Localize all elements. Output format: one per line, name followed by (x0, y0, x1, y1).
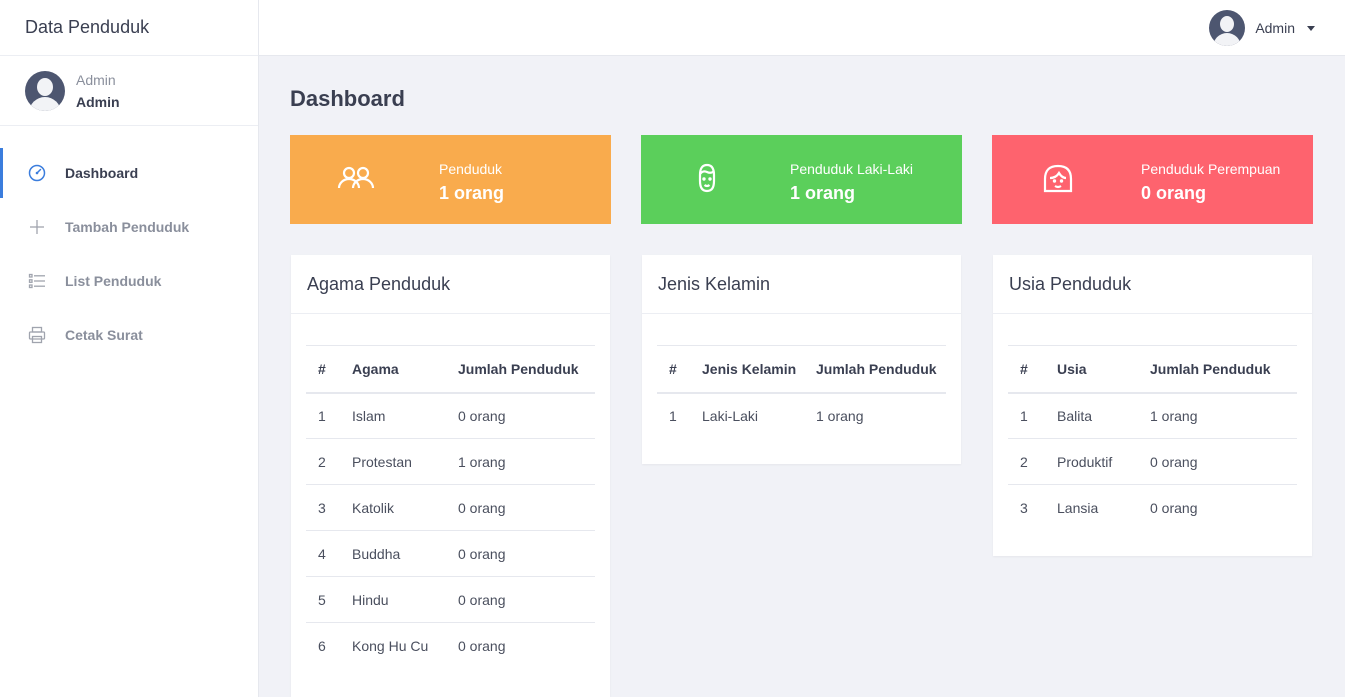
avatar (1209, 10, 1246, 46)
stat-label: Penduduk (439, 161, 503, 177)
table-cell: 1 orang (458, 438, 595, 485)
table-cell: Protestan (352, 438, 458, 485)
card-title: Agama Penduduk (291, 255, 610, 314)
sidebar-item-label: List Penduduk (65, 273, 162, 289)
table-cell: 0 orang (458, 484, 595, 531)
table-row: 1 Laki-Laki 1 orang (657, 393, 946, 439)
kelamin-table: # Jenis Kelamin Jumlah Penduduk 1 Laki-La… (657, 345, 946, 439)
table-cell: Laki-Laki (702, 408, 759, 424)
table-cell: Produktif (1057, 438, 1150, 485)
table-cell: 0 orang (458, 392, 595, 439)
table-row: 1 Balita 1 orang (1008, 392, 1297, 439)
table-cell: 1 orang (1150, 392, 1297, 439)
table-cell: 1 (1008, 392, 1057, 439)
card-title: Usia Penduduk (993, 255, 1312, 314)
table-cell: 0 orang (458, 637, 506, 654)
dashboard-gauge-icon (27, 163, 47, 183)
stat-label: Penduduk Perempuan (1141, 161, 1281, 177)
table-cell: Buddha (352, 530, 458, 577)
stat-card-penduduk: Penduduk 1 orang (290, 135, 611, 224)
sidebar-nav: Dashboard Tambah Penduduk List Penduduk … (0, 126, 258, 362)
table-row: 5 Hindu 0 orang (306, 576, 595, 623)
table-cell: 2 (1008, 438, 1057, 485)
stat-label: Penduduk Laki-Laki (790, 161, 913, 177)
sidebar: Data Penduduk Admin Admin Dashboard Tamb… (0, 0, 259, 697)
column-header: Jumlah Penduduk (816, 345, 946, 394)
sidebar-item-tambah-penduduk[interactable]: Tambah Penduduk (0, 200, 258, 254)
list-icon (27, 271, 47, 291)
stat-value: 1 orang (439, 183, 505, 203)
user-menu-dropdown[interactable]: Admin (1209, 10, 1315, 46)
table-row: 3 Katolik 0 orang (306, 484, 595, 531)
table-cell: Katolik (352, 484, 458, 531)
table-row: 3 Lansia 0 orang (1008, 485, 1297, 531)
sidebar-item-cetak-surat[interactable]: Cetak Surat (0, 308, 258, 362)
female-face-icon (1037, 159, 1079, 201)
column-header: # (657, 345, 702, 394)
table-cell: 0 orang (458, 576, 595, 623)
male-face-icon (686, 159, 728, 201)
table-cell: 0 orang (1150, 499, 1198, 516)
stat-value: 0 orang (1141, 183, 1207, 203)
table-cell: 1 orang (816, 408, 864, 424)
topbar: Admin (259, 0, 1345, 56)
table-cell: Balita (1057, 392, 1150, 439)
table-row: 4 Buddha 0 orang (306, 530, 595, 577)
stat-value: 1 orang (790, 183, 856, 203)
table-row: 2 Protestan 1 orang (306, 438, 595, 485)
page-title: Dashboard (290, 86, 405, 111)
sidebar-item-dashboard[interactable]: Dashboard (0, 146, 258, 200)
users-icon (335, 159, 377, 201)
table-cell: 1 (306, 392, 352, 439)
card-agama-penduduk: Agama Penduduk # Agama Jumlah Penduduk 1… (291, 255, 610, 697)
table-cell: Lansia (1057, 499, 1099, 516)
table-cell: 6 (318, 637, 326, 654)
stat-card-laki-laki: Penduduk Laki-Laki 1 orang (641, 135, 962, 224)
column-header: Jumlah Penduduk (1150, 345, 1297, 394)
sidebar-item-label: Dashboard (65, 165, 139, 181)
user-name: Admin (76, 93, 120, 110)
column-header: Agama (352, 345, 458, 394)
table-cell: 2 (306, 438, 352, 485)
column-header: # (1008, 345, 1057, 394)
column-header: Usia (1057, 345, 1150, 394)
column-header: Jenis Kelamin (702, 345, 816, 394)
printer-icon (27, 325, 47, 345)
table-cell: Islam (352, 392, 458, 439)
table-cell: 3 (1020, 499, 1028, 516)
caret-down-icon (1307, 25, 1315, 31)
table-cell: 5 (306, 576, 352, 623)
table-row: 6 Kong Hu Cu 0 orang (306, 623, 595, 669)
table-cell: Kong Hu Cu (352, 637, 429, 654)
column-header: Jumlah Penduduk (458, 345, 595, 394)
card-jenis-kelamin: Jenis Kelamin # Jenis Kelamin Jumlah Pen… (642, 255, 961, 464)
sidebar-item-label: Tambah Penduduk (65, 219, 190, 235)
avatar (25, 70, 65, 111)
table-cell: 1 (669, 408, 677, 424)
table-cell: 0 orang (1150, 438, 1297, 485)
sidebar-user: Admin Admin (0, 56, 258, 126)
table-cell: 4 (306, 530, 352, 577)
table-cell: 0 orang (458, 530, 595, 577)
brand-title[interactable]: Data Penduduk (0, 0, 258, 56)
usia-table: # Usia Jumlah Penduduk 1 Balita 1 orang 2P… (1008, 345, 1297, 531)
table-row: 1 Islam 0 orang (306, 392, 595, 439)
table-cell: Hindu (352, 576, 458, 623)
topbar-user-name: Admin (1255, 20, 1295, 36)
user-role: Admin (76, 71, 116, 88)
card-title: Jenis Kelamin (642, 255, 961, 314)
card-usia-penduduk: Usia Penduduk # Usia Jumlah Penduduk 1 Ba… (993, 255, 1312, 556)
sidebar-item-label: Cetak Surat (65, 327, 143, 343)
table-cell: 3 (306, 484, 352, 531)
plus-icon (27, 217, 47, 237)
table-row: 2 Produktif 0 orang (1008, 438, 1297, 485)
agama-table: # Agama Jumlah Penduduk 1 Islam 0 orang 2P… (306, 345, 595, 669)
stat-card-perempuan: Penduduk Perempuan 0 orang (992, 135, 1313, 224)
sidebar-item-list-penduduk[interactable]: List Penduduk (0, 254, 258, 308)
column-header: # (306, 345, 352, 394)
